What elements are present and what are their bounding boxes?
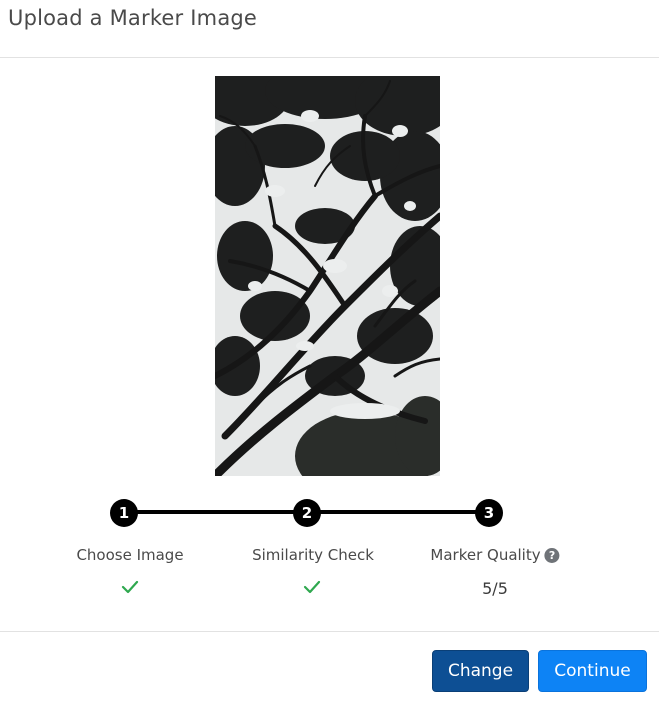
change-button[interactable]: Change [432, 650, 529, 692]
question-circle-icon[interactable]: ? [544, 548, 560, 563]
check-icon [303, 579, 321, 598]
step-1-indicator: 1 [110, 499, 138, 527]
marker-quality-score: 5/5 [482, 579, 508, 598]
continue-button[interactable]: Continue [538, 650, 647, 692]
header-divider [0, 57, 659, 58]
step-3-label: Marker Quality? [430, 546, 560, 564]
footer-divider [0, 631, 659, 632]
check-icon [121, 579, 139, 598]
modal-title: Upload a Marker Image [8, 6, 258, 30]
step-2-indicator: 2 [293, 499, 321, 527]
step-2-label: Similarity Check [252, 546, 374, 564]
marker-image-preview [215, 76, 440, 476]
tree-canopy-image [215, 76, 440, 476]
step-1-label: Choose Image [76, 546, 184, 564]
step-3-indicator: 3 [475, 499, 503, 527]
step-3-label-text: Marker Quality [430, 546, 541, 564]
